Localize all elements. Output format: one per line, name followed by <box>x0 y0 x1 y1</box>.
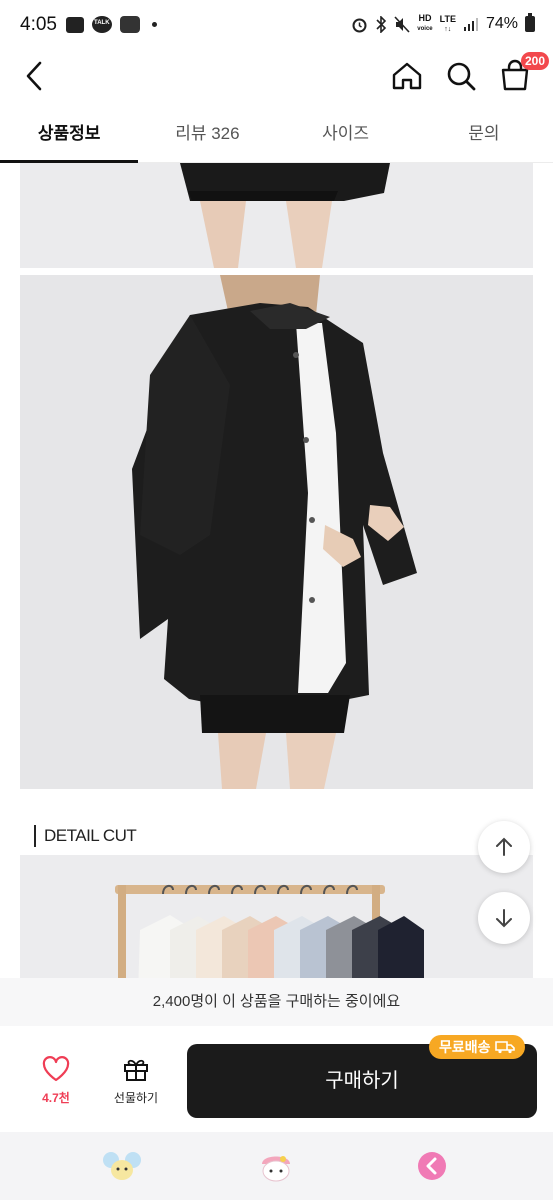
product-detail-content: DETAIL CUT <box>0 163 553 978</box>
back-circle-icon <box>418 1152 446 1180</box>
gift-button[interactable]: 선물하기 <box>106 1056 166 1108</box>
system-icons: HD voice LTE ↑↓ 74% <box>351 13 535 34</box>
notification-dot-icon <box>152 22 157 27</box>
tab-product-info[interactable]: 상품정보 <box>0 108 139 163</box>
tab-size[interactable]: 사이즈 <box>277 108 415 162</box>
back-button[interactable] <box>20 56 54 96</box>
lte-text: LTE <box>439 13 456 24</box>
tab-inquiry[interactable]: 문의 <box>415 108 553 162</box>
app-header: 200 <box>0 52 553 104</box>
voice-text: voice <box>417 26 433 32</box>
home-button[interactable] <box>387 56 427 96</box>
status-time: 4:05 <box>20 14 57 35</box>
gift-icon <box>124 1059 148 1081</box>
gift-label: 선물하기 <box>113 1091 159 1105</box>
nav-character-rabbit[interactable] <box>256 1148 296 1184</box>
talk-icon-label: TALK <box>94 20 110 26</box>
buyer-count-banner: 2,400명이 이 상품을 구매하는 중이에요 <box>0 978 553 1026</box>
arrow-up-icon <box>496 837 512 856</box>
detail-cut-heading: DETAIL CUT <box>34 825 137 847</box>
kakaotalk-icon: TALK <box>92 16 112 33</box>
product-photo-top-image <box>20 163 533 268</box>
gallery-icon <box>66 16 84 33</box>
bottom-navigation <box>0 1132 553 1200</box>
arrow-down-icon <box>496 909 512 928</box>
hd-text: HD <box>418 13 432 23</box>
product-photo-main <box>20 275 533 789</box>
tab-reviews[interactable]: 리뷰 326 <box>138 108 276 162</box>
bluetooth-icon <box>376 15 387 33</box>
battery-icon <box>525 13 535 32</box>
search-icon <box>447 62 476 91</box>
free-shipping-label: 무료배송 <box>439 1039 491 1055</box>
product-photo-top <box>20 163 533 268</box>
like-count: 4.7천 <box>42 1091 70 1105</box>
product-photo-main-image <box>20 275 533 789</box>
lte-icon: LTE ↑↓ <box>439 13 456 33</box>
mute-icon <box>394 15 410 33</box>
alarm-icon <box>352 18 367 32</box>
product-tabs: 상품정보 리뷰 326 사이즈 문의 <box>0 108 553 163</box>
home-icon <box>392 62 422 90</box>
rabbit-character-icon <box>262 1156 290 1182</box>
mouse-character-icon <box>103 1152 141 1180</box>
truck-icon <box>494 1041 515 1054</box>
nav-character-mouse[interactable] <box>102 1148 142 1184</box>
search-button[interactable] <box>441 56 481 96</box>
heart-icon <box>42 1056 70 1082</box>
cart-count-badge: 200 <box>520 52 549 70</box>
battery-percent: 74% <box>485 15 518 32</box>
scroll-down-button[interactable] <box>478 892 530 944</box>
purchase-action-bar: 4.7천 선물하기 구매하기 무료배송 <box>0 1026 553 1132</box>
product-photo-rack <box>20 855 533 978</box>
scroll-up-button[interactable] <box>478 821 530 873</box>
hd-voice-icon: HD voice <box>417 14 432 34</box>
status-bar: 4:05 TALK HD voice LTE ↑↓ 74% <box>0 0 553 52</box>
chevron-left-icon <box>26 61 42 91</box>
free-shipping-badge: 무료배송 <box>429 1035 525 1059</box>
signal-icon <box>463 18 478 31</box>
cart-button[interactable]: 200 <box>495 52 549 96</box>
more-apps-icon <box>120 16 140 33</box>
like-button[interactable]: 4.7천 <box>30 1056 82 1108</box>
nav-back-circle[interactable] <box>412 1148 452 1184</box>
product-photo-rack-image <box>20 855 533 978</box>
notification-icons: TALK <box>66 16 157 33</box>
